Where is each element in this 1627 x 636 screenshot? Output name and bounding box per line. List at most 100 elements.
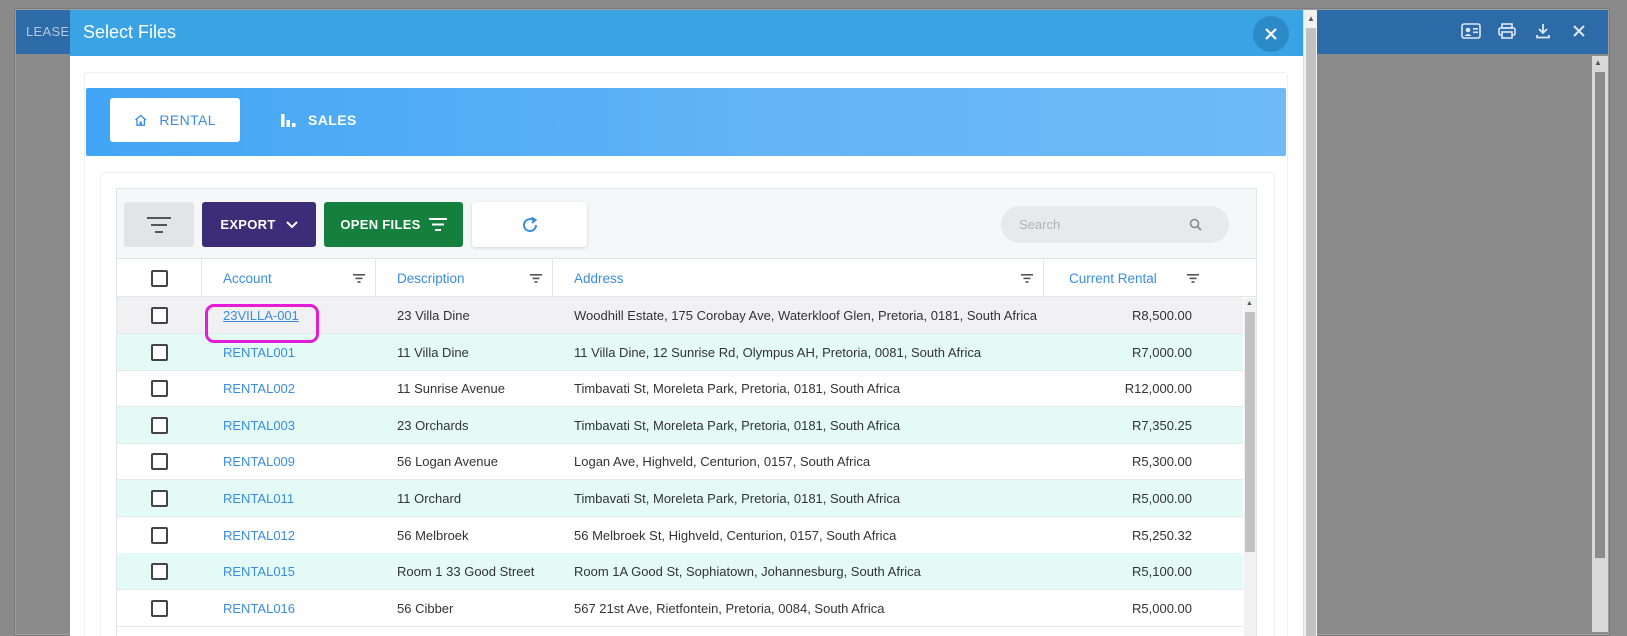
description-cell: 56 Cibber [397, 600, 454, 616]
row-checkbox[interactable] [151, 416, 168, 434]
address-cell: Timbavati St, Moreleta Park, Pretoria, 0… [574, 381, 901, 397]
row-select-cell [117, 480, 202, 517]
account-link[interactable]: RENTAL001 [223, 345, 295, 360]
row-checkbox[interactable] [151, 563, 168, 581]
table-row[interactable]: RENTAL009 56 Logan Avenue Logan Ave, Highv… [117, 443, 1243, 481]
address-cell: Logan Ave, Highveld, Centurion, 0157, So… [574, 454, 871, 470]
tab-rental[interactable]: RENTAL [110, 98, 240, 142]
account-link[interactable]: RENTAL012 [223, 528, 295, 543]
refresh-icon [522, 216, 537, 232]
description-cell: 11 Orchard [397, 491, 462, 506]
table-row[interactable]: RENTAL012 56 Melbroek 56 Melbroek St, High… [117, 517, 1243, 554]
modal-title: Select Files [83, 22, 177, 42]
scroll-up-arrow-icon[interactable]: ▲ [1307, 14, 1315, 23]
print-icon[interactable] [1496, 20, 1518, 42]
account-link[interactable]: RENTAL015 [223, 564, 295, 579]
tab-sales[interactable]: SALES [256, 98, 381, 142]
header-account[interactable]: Account [202, 259, 376, 297]
header-description[interactable]: Description [376, 259, 553, 297]
highlight-annotation [205, 304, 319, 343]
account-link[interactable]: RENTAL011 [223, 491, 294, 506]
column-filter-icon[interactable] [1021, 273, 1033, 283]
current-rental-cell: R5,300.00 [1132, 454, 1192, 470]
bar-chart-icon [281, 114, 296, 127]
description-cell: 23 Orchards [397, 417, 469, 433]
tab-sales-label: SALES [308, 112, 357, 128]
contact-card-icon[interactable] [1460, 20, 1482, 42]
address-cell: Timbavati St, Moreleta Park, Pretoria, 0… [574, 417, 901, 433]
column-filter-icon[interactable] [353, 273, 365, 283]
address-cell: Woodhill Estate, 175 Corobay Ave, Waterk… [574, 308, 1037, 323]
account-cell: RENTAL003 [223, 407, 373, 444]
row-select-cell [117, 407, 202, 444]
current-rental-cell: R5,000.00 [1132, 491, 1192, 506]
row-select-cell [117, 334, 202, 371]
row-checkbox[interactable] [151, 526, 168, 544]
row-checkbox[interactable] [151, 490, 168, 507]
column-filter-icon[interactable] [1187, 273, 1199, 283]
search-input[interactable] [1019, 217, 1189, 232]
tab-rental-label: RENTAL [159, 112, 216, 128]
row-checkbox[interactable] [151, 599, 168, 617]
row-checkbox[interactable] [151, 453, 168, 471]
table-row[interactable]: RENTAL011 11 Orchard Timbavati St, Morelet… [117, 480, 1243, 517]
row-select-cell [117, 553, 202, 590]
tabs-banner: RENTAL SALES [86, 88, 1286, 156]
table-row[interactable]: RENTAL016 56 Cibber 567 21st Ave, Rietfont… [117, 590, 1243, 627]
modal-close-button[interactable] [1253, 16, 1289, 52]
address-cell: Timbavati St, Moreleta Park, Pretoria, 0… [574, 491, 901, 506]
grid-scrollbar-thumb[interactable] [1245, 312, 1255, 552]
account-cell: RENTAL015 [223, 553, 373, 590]
scroll-up-arrow-icon[interactable]: ▲ [1246, 300, 1253, 307]
current-rental-cell: R8,500.00 [1132, 308, 1192, 323]
filter-lines-icon [428, 218, 447, 231]
table-row[interactable]: RENTAL015 Room 1 33 Good Street Room 1A Go… [117, 553, 1243, 591]
export-button[interactable]: EXPORT [202, 202, 316, 247]
header-current-rental-label: Current Rental [1069, 270, 1157, 286]
account-link[interactable]: RENTAL003 [223, 418, 295, 433]
address-cell: 11 Villa Dine, 12 Sunrise Rd, Olympus AH… [574, 344, 982, 360]
select-all-checkbox[interactable] [150, 269, 168, 287]
account-link[interactable]: RENTAL016 [223, 601, 295, 616]
grid-scrollbar[interactable]: ▲ [1244, 298, 1256, 636]
account-link[interactable]: RENTAL002 [223, 381, 295, 396]
close-icon [1265, 28, 1277, 40]
modal-scrollbar-thumb[interactable] [1306, 28, 1316, 636]
search-box [1001, 206, 1229, 243]
account-cell: RENTAL011 [223, 480, 373, 517]
background-scrollbar-thumb[interactable] [1595, 72, 1605, 558]
scroll-up-arrow-icon[interactable]: ▲ [1594, 58, 1602, 67]
close-icon[interactable] [1568, 20, 1590, 42]
download-icon[interactable] [1532, 20, 1554, 42]
row-checkbox[interactable] [151, 343, 168, 361]
background-title: LEASE [26, 24, 70, 39]
current-rental-cell: R5,000.00 [1132, 600, 1192, 616]
header-current-rental[interactable]: Current Rental [1044, 259, 1199, 297]
description-cell: 11 Sunrise Avenue [397, 381, 505, 397]
description-cell: 11 Villa Dine [397, 344, 469, 360]
column-filter-icon[interactable] [530, 273, 542, 283]
address-cell: Room 1A Good St, Sophiatown, Johannesbur… [574, 564, 921, 580]
row-checkbox[interactable] [151, 380, 168, 398]
header-address[interactable]: Address [553, 259, 1044, 297]
account-cell: RENTAL016 [223, 590, 373, 627]
filter-toggle-button[interactable] [124, 202, 194, 247]
table-row[interactable]: RENTAL003 23 Orchards Timbavati St, Morele… [117, 406, 1243, 444]
header-description-label: Description [397, 270, 465, 286]
current-rental-cell: R7,350.25 [1132, 417, 1192, 433]
address-cell: 56 Melbroek St, Highveld, Centurion, 015… [574, 527, 897, 543]
chevron-down-icon [285, 220, 298, 228]
row-checkbox[interactable] [151, 307, 168, 324]
select-files-modal: Select Files ▲ RENTAL SALES EXPORT OPEN … [70, 10, 1317, 636]
account-link[interactable]: RENTAL009 [223, 454, 295, 469]
search-icon[interactable] [1189, 218, 1202, 231]
row-select-cell [117, 297, 202, 334]
refresh-button[interactable] [472, 202, 587, 247]
description-cell: 56 Logan Avenue [397, 454, 498, 470]
background-scrollbar[interactable]: ▲ [1592, 56, 1608, 632]
table-row[interactable]: RENTAL002 11 Sunrise Avenue Timbavati St, … [117, 370, 1243, 408]
open-files-button[interactable]: OPEN FILES [324, 202, 463, 247]
grid-header-row: Account Description Address Current Rent… [117, 259, 1256, 297]
header-address-label: Address [574, 270, 624, 286]
modal-scrollbar[interactable]: ▲ [1303, 10, 1317, 636]
